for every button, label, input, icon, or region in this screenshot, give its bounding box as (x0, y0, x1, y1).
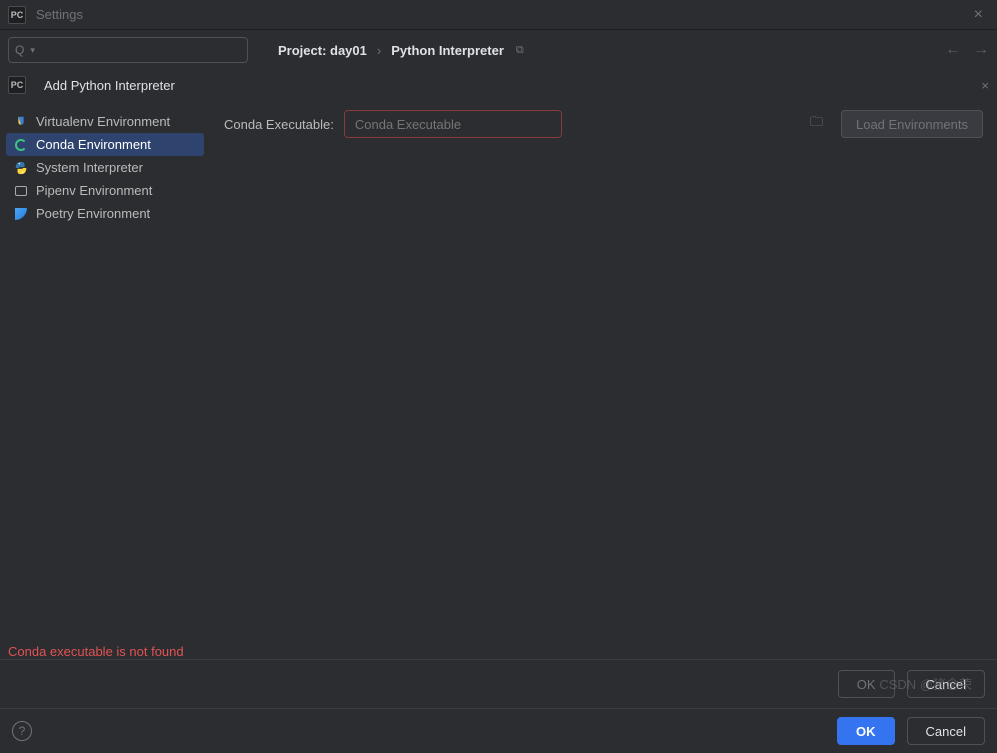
title-bar: PC Settings × (0, 0, 997, 30)
cancel-button-footer[interactable]: Cancel (907, 717, 985, 745)
window-title: Settings (36, 7, 83, 22)
toolbar-row: Q ▾ Project: day01 › Python Interpreter … (0, 30, 997, 70)
app-logo-icon: PC (8, 76, 26, 94)
breadcrumb: Project: day01 › Python Interpreter ⧉ (278, 43, 524, 58)
nav-arrows: ← → (945, 41, 989, 59)
sidebar-item-virtualenv[interactable]: Virtualenv Environment (6, 110, 204, 133)
folder-icon[interactable]: 🗀 (810, 113, 823, 135)
sidebar-item-pipenv[interactable]: Pipenv Environment (6, 179, 204, 202)
ok-button[interactable]: OK (837, 717, 895, 745)
sidebar-item-label: System Interpreter (36, 160, 143, 175)
conda-executable-input[interactable] (344, 110, 562, 138)
watermark: CSDN @猪念荣 (879, 674, 972, 693)
sidebar-item-poetry[interactable]: Poetry Environment (6, 202, 204, 225)
load-environments-button[interactable]: Load Environments (841, 110, 983, 138)
app-logo-icon: PC (8, 6, 26, 24)
breadcrumb-project[interactable]: Project: day01 (278, 43, 367, 58)
dialog-button-bar: OK Cancel (0, 659, 997, 708)
help-icon[interactable]: ? (12, 721, 32, 741)
conda-executable-label: Conda Executable: (224, 117, 334, 132)
search-icon: Q (15, 43, 24, 57)
sidebar-item-conda[interactable]: Conda Environment (6, 133, 204, 156)
search-input[interactable]: Q ▾ (8, 37, 248, 63)
content-area: Virtualenv Environment Conda Environment… (0, 100, 997, 640)
dialog-header: PC Add Python Interpreter × (0, 70, 997, 100)
sidebar-item-label: Conda Environment (36, 137, 151, 152)
sidebar-item-label: Poetry Environment (36, 206, 150, 221)
error-message: Conda executable is not found (8, 644, 997, 659)
environment-sidebar: Virtualenv Environment Conda Environment… (0, 100, 210, 640)
virtualenv-icon (14, 115, 28, 129)
sidebar-item-system[interactable]: System Interpreter (6, 156, 204, 179)
forward-arrow-icon[interactable]: → (973, 41, 989, 59)
python-icon (14, 161, 28, 175)
copy-icon[interactable]: ⧉ (516, 44, 524, 57)
chevron-down-icon: ▾ (30, 45, 35, 56)
main-panel: Conda Executable: 🗀 Load Environments (210, 100, 997, 640)
close-icon[interactable]: × (981, 78, 989, 93)
poetry-icon (14, 207, 28, 221)
sidebar-item-label: Pipenv Environment (36, 183, 152, 198)
close-icon[interactable]: × (968, 6, 989, 24)
back-arrow-icon[interactable]: ← (945, 41, 961, 59)
pipenv-icon (14, 184, 28, 198)
breadcrumb-page[interactable]: Python Interpreter (391, 43, 504, 58)
sidebar-item-label: Virtualenv Environment (36, 114, 170, 129)
chevron-right-icon: › (377, 43, 381, 58)
dialog-title: Add Python Interpreter (44, 78, 175, 93)
conda-executable-row: Conda Executable: 🗀 Load Environments (224, 110, 983, 138)
conda-icon (14, 138, 28, 152)
